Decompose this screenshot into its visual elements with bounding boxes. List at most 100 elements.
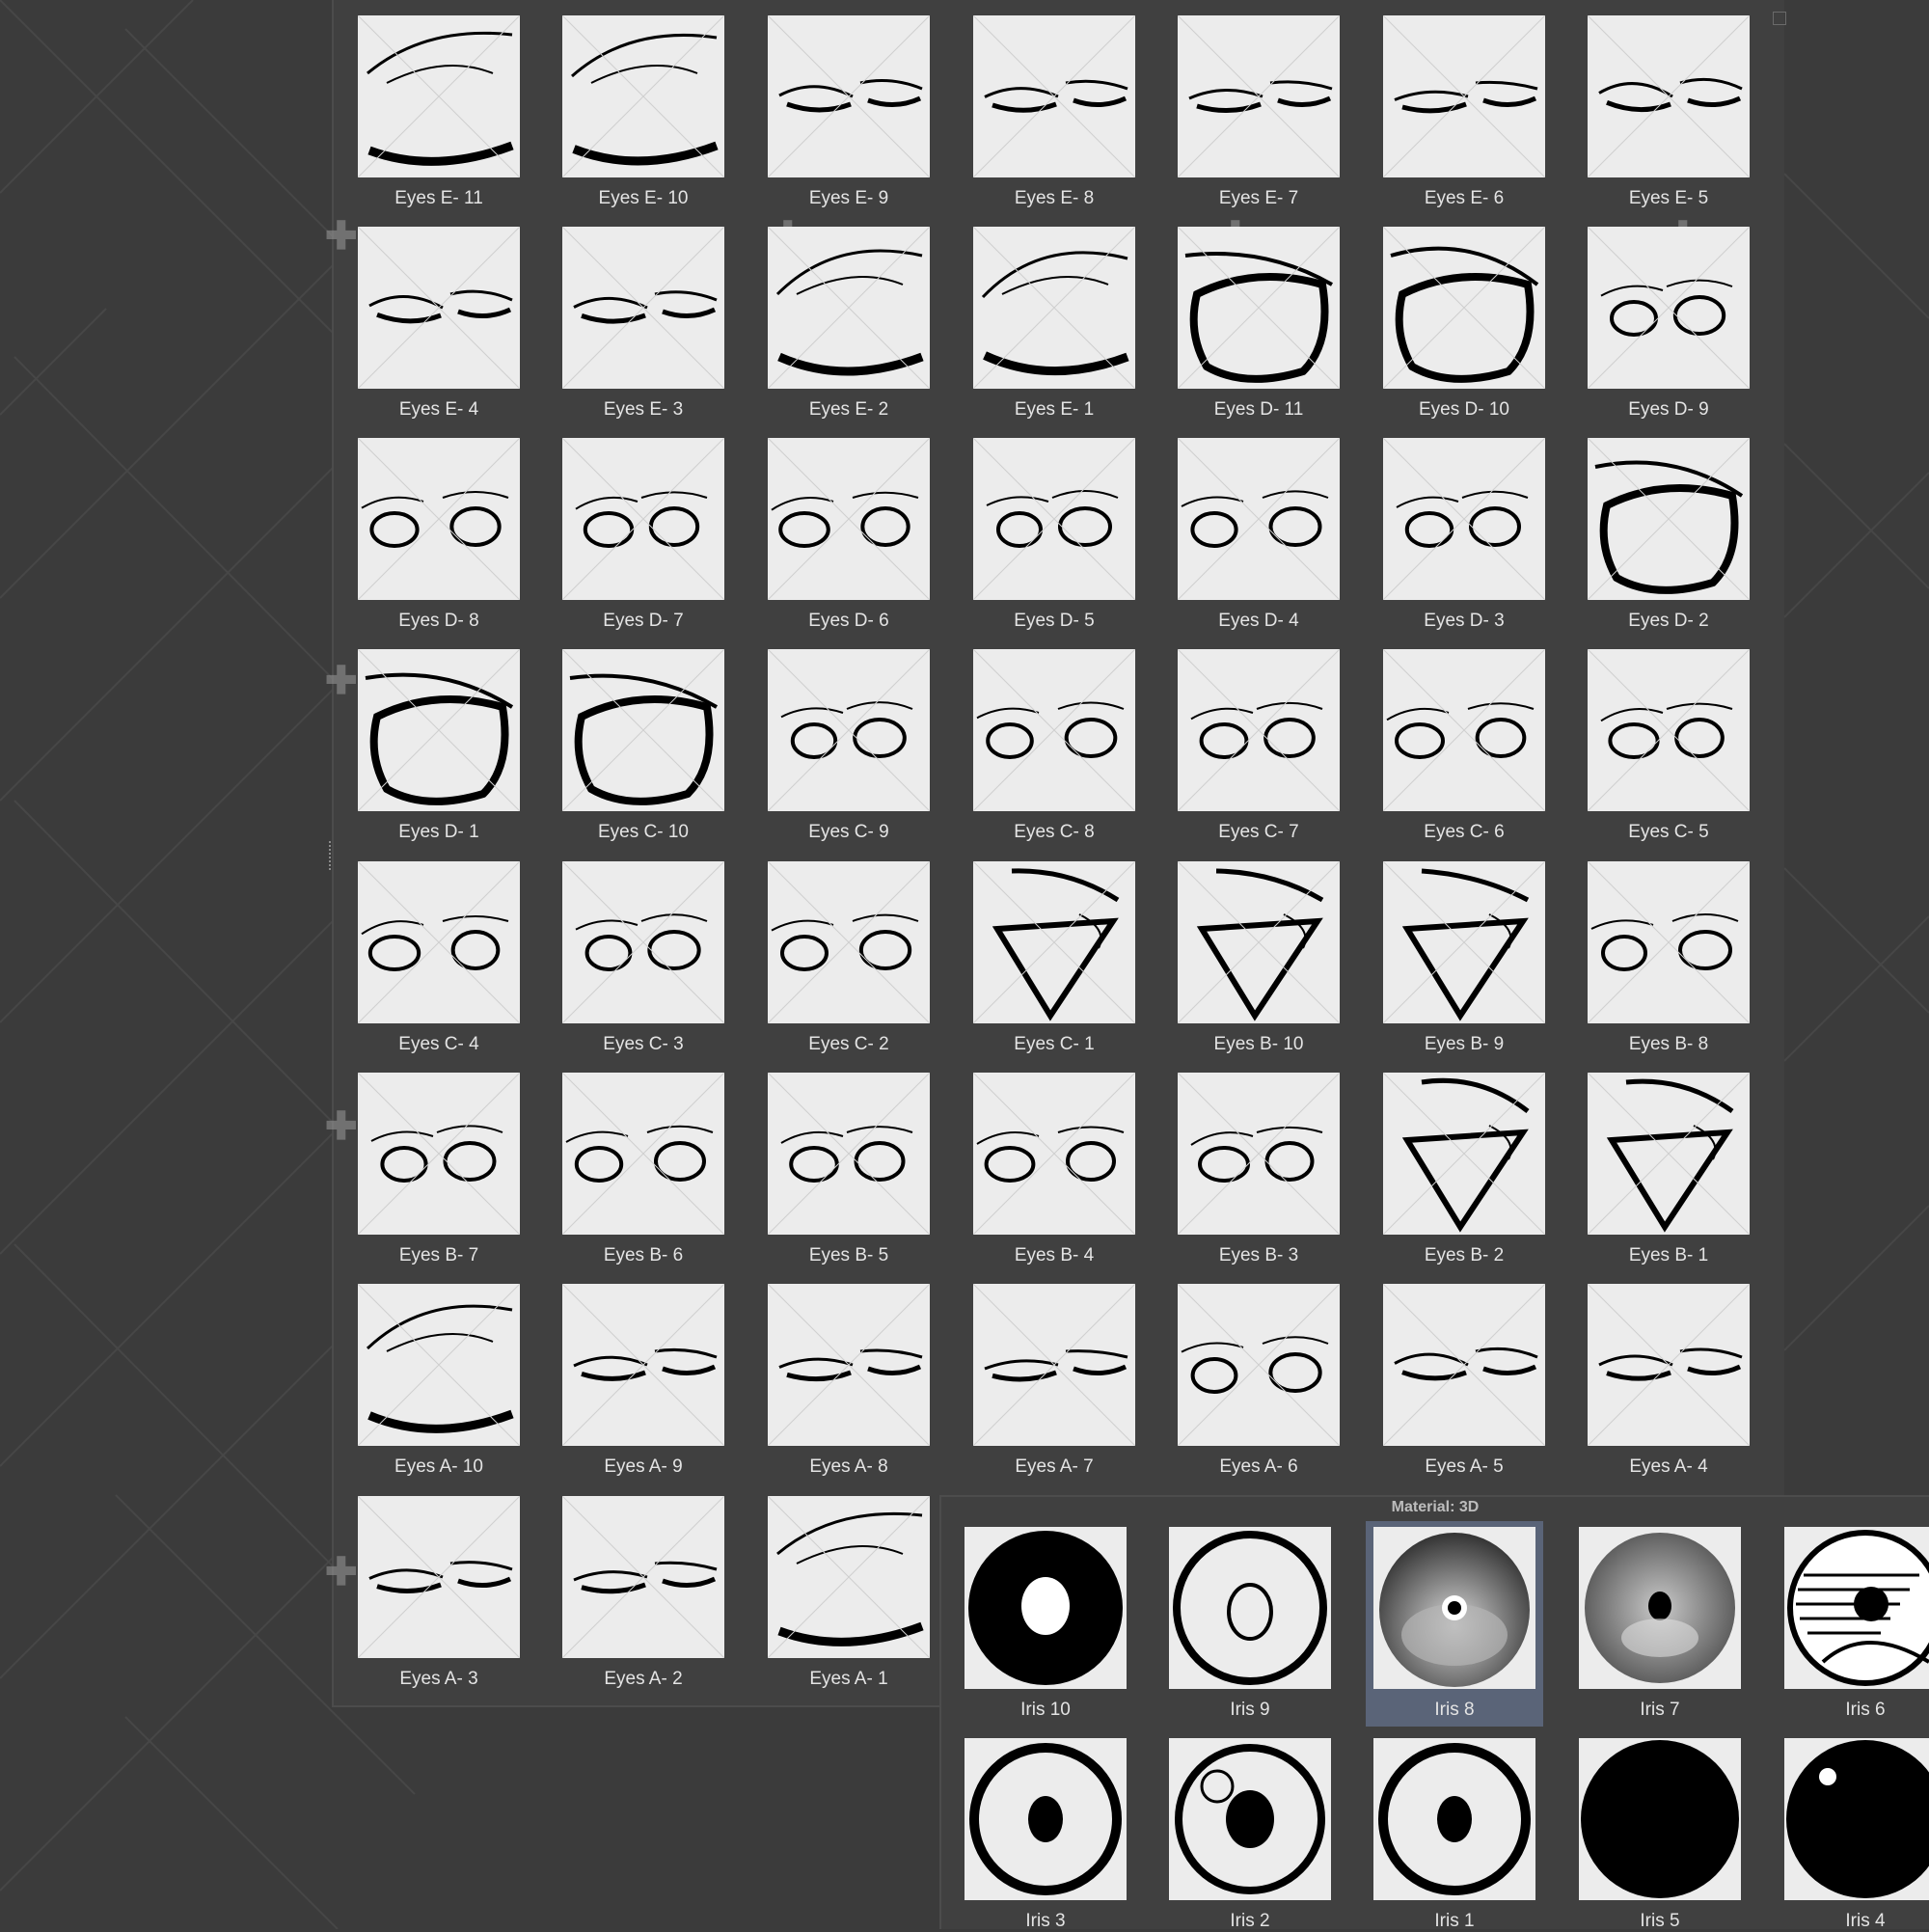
- eye-material-label: Eyes D- 8: [398, 611, 479, 631]
- eye-material-label: Eyes B- 3: [1218, 1245, 1299, 1265]
- iris-material-iris-2[interactable]: Iris 2: [1169, 1738, 1331, 1932]
- eye-thumbnail: [358, 15, 520, 177]
- eye-material-eyes-e-1[interactable]: Eyes E- 1: [973, 227, 1135, 421]
- eye-material-eyes-e-10[interactable]: Eyes E- 10: [562, 15, 724, 209]
- eye-material-eyes-c-2[interactable]: Eyes C- 2: [768, 861, 930, 1055]
- eye-material-eyes-a-7[interactable]: Eyes A- 7: [973, 1284, 1135, 1478]
- eye-material-eyes-b-10[interactable]: Eyes B- 10: [1178, 861, 1340, 1055]
- eye-material-eyes-c-9[interactable]: Eyes C- 9: [768, 649, 930, 843]
- eye-material-label: Eyes C- 6: [1424, 822, 1505, 842]
- eye-thumbnail: [768, 649, 930, 811]
- eye-material-eyes-a-8[interactable]: Eyes A- 8: [768, 1284, 930, 1478]
- eye-material-label: Eyes B- 7: [398, 1245, 479, 1265]
- eye-material-label: Eyes B- 1: [1628, 1245, 1709, 1265]
- iris-thumbnail: [964, 1527, 1127, 1689]
- eye-material-eyes-d-8[interactable]: Eyes D- 8: [358, 438, 520, 632]
- eye-thumbnail: [768, 1496, 930, 1658]
- eye-material-eyes-b-6[interactable]: Eyes B- 6: [562, 1073, 724, 1266]
- eye-thumbnail: [562, 861, 724, 1023]
- eye-material-eyes-e-3[interactable]: Eyes E- 3: [562, 227, 724, 421]
- eye-material-eyes-a-3[interactable]: Eyes A- 3: [358, 1496, 520, 1690]
- eye-thumbnail: [973, 227, 1135, 389]
- eye-material-label: Eyes B- 9: [1424, 1034, 1505, 1054]
- eye-material-eyes-e-4[interactable]: Eyes E- 4: [358, 227, 520, 421]
- eye-material-eyes-c-5[interactable]: Eyes C- 5: [1588, 649, 1750, 843]
- eye-material-eyes-d-3[interactable]: Eyes D- 3: [1383, 438, 1545, 632]
- eye-thumbnail: [1178, 861, 1340, 1023]
- eye-material-label: Eyes D- 9: [1628, 399, 1709, 420]
- eye-material-label: Eyes C- 2: [808, 1034, 889, 1054]
- eye-material-eyes-e-6[interactable]: Eyes E- 6: [1383, 15, 1545, 209]
- iris-thumbnail: [1784, 1738, 1929, 1900]
- eye-thumbnail: [1178, 649, 1340, 811]
- eye-material-eyes-c-7[interactable]: Eyes C- 7: [1178, 649, 1340, 843]
- panel-resize-handle[interactable]: [329, 841, 334, 870]
- eye-material-eyes-c-1[interactable]: Eyes C- 1: [973, 861, 1135, 1055]
- eye-material-label: Eyes E- 5: [1628, 188, 1709, 208]
- eye-material-eyes-d-4[interactable]: Eyes D- 4: [1178, 438, 1340, 632]
- eye-material-eyes-a-1[interactable]: Eyes A- 1: [768, 1496, 930, 1690]
- eye-material-eyes-d-11[interactable]: Eyes D- 11: [1178, 227, 1340, 421]
- iris-thumbnail: [1579, 1738, 1741, 1900]
- eye-material-eyes-a-10[interactable]: Eyes A- 10: [358, 1284, 520, 1478]
- iris-thumbnail: [964, 1738, 1127, 1900]
- eye-thumbnail: [562, 438, 724, 600]
- eye-thumbnail: [1588, 438, 1750, 600]
- eye-material-eyes-a-4[interactable]: Eyes A- 4: [1588, 1284, 1750, 1478]
- iris-thumbnail: [1169, 1527, 1331, 1689]
- eye-material-eyes-b-3[interactable]: Eyes B- 3: [1178, 1073, 1340, 1266]
- eye-material-eyes-b-1[interactable]: Eyes B- 1: [1588, 1073, 1750, 1266]
- eye-material-label: Eyes E- 9: [808, 188, 889, 208]
- iris-material-iris-6[interactable]: Iris 6: [1784, 1527, 1929, 1721]
- eye-material-eyes-e-9[interactable]: Eyes E- 9: [768, 15, 930, 209]
- eye-material-eyes-e-5[interactable]: Eyes E- 5: [1588, 15, 1750, 209]
- iris-material-iris-1[interactable]: Iris 1: [1373, 1738, 1535, 1932]
- panel-corner-icon[interactable]: [1773, 12, 1786, 25]
- iris-material-iris-5[interactable]: Iris 5: [1579, 1738, 1741, 1932]
- iris-material-iris-4[interactable]: Iris 4: [1784, 1738, 1929, 1932]
- eye-material-label: Eyes A- 7: [1015, 1456, 1094, 1477]
- eye-thumbnail: [358, 1496, 520, 1658]
- iris-material-iris-10[interactable]: Iris 10: [964, 1527, 1127, 1721]
- iris-material-iris-9[interactable]: Iris 9: [1169, 1527, 1331, 1721]
- eye-material-label: Eyes C- 1: [1014, 1034, 1095, 1054]
- eye-material-eyes-d-10[interactable]: Eyes D- 10: [1383, 227, 1545, 421]
- eye-material-eyes-a-5[interactable]: Eyes A- 5: [1383, 1284, 1545, 1478]
- eye-material-eyes-c-4[interactable]: Eyes C- 4: [358, 861, 520, 1055]
- iris-panel-title: Material: 3D: [1391, 1499, 1480, 1515]
- eye-material-eyes-a-6[interactable]: Eyes A- 6: [1178, 1284, 1340, 1478]
- eye-material-eyes-b-7[interactable]: Eyes B- 7: [358, 1073, 520, 1266]
- eye-material-eyes-d-5[interactable]: Eyes D- 5: [973, 438, 1135, 632]
- eye-material-eyes-b-8[interactable]: Eyes B- 8: [1588, 861, 1750, 1055]
- eye-material-eyes-d-9[interactable]: Eyes D- 9: [1588, 227, 1750, 421]
- eye-material-eyes-b-2[interactable]: Eyes B- 2: [1383, 1073, 1545, 1266]
- eye-material-eyes-c-6[interactable]: Eyes C- 6: [1383, 649, 1545, 843]
- eye-material-eyes-c-3[interactable]: Eyes C- 3: [562, 861, 724, 1055]
- eye-material-label: Eyes A- 8: [809, 1456, 888, 1477]
- eye-material-eyes-b-4[interactable]: Eyes B- 4: [973, 1073, 1135, 1266]
- eye-material-label: Eyes B- 5: [808, 1245, 889, 1265]
- eye-material-eyes-b-9[interactable]: Eyes B- 9: [1383, 861, 1545, 1055]
- iris-material-iris-3[interactable]: Iris 3: [964, 1738, 1127, 1932]
- eye-material-eyes-e-8[interactable]: Eyes E- 8: [973, 15, 1135, 209]
- eye-material-eyes-c-10[interactable]: Eyes C- 10: [562, 649, 724, 843]
- eye-material-eyes-d-6[interactable]: Eyes D- 6: [768, 438, 930, 632]
- eye-thumbnail: [562, 649, 724, 811]
- eye-material-eyes-e-11[interactable]: Eyes E- 11: [358, 15, 520, 209]
- eye-material-eyes-c-8[interactable]: Eyes C- 8: [973, 649, 1135, 843]
- eye-thumbnail: [973, 861, 1135, 1023]
- iris-thumbnail: [1579, 1527, 1741, 1689]
- eye-material-label: Eyes E- 2: [808, 399, 889, 420]
- eye-material-eyes-d-2[interactable]: Eyes D- 2: [1588, 438, 1750, 632]
- eye-material-eyes-b-5[interactable]: Eyes B- 5: [768, 1073, 930, 1266]
- eye-material-eyes-a-9[interactable]: Eyes A- 9: [562, 1284, 724, 1478]
- eye-thumbnail: [973, 1073, 1135, 1235]
- eye-material-eyes-e-2[interactable]: Eyes E- 2: [768, 227, 930, 421]
- eye-material-eyes-a-2[interactable]: Eyes A- 2: [562, 1496, 724, 1690]
- iris-material-iris-8[interactable]: Iris 8: [1366, 1521, 1543, 1727]
- eye-material-eyes-e-7[interactable]: Eyes E- 7: [1178, 15, 1340, 209]
- eye-material-label: Eyes C- 5: [1628, 822, 1709, 842]
- eye-material-eyes-d-7[interactable]: Eyes D- 7: [562, 438, 724, 632]
- eye-material-eyes-d-1[interactable]: Eyes D- 1: [358, 649, 520, 843]
- iris-material-iris-7[interactable]: Iris 7: [1579, 1527, 1741, 1721]
